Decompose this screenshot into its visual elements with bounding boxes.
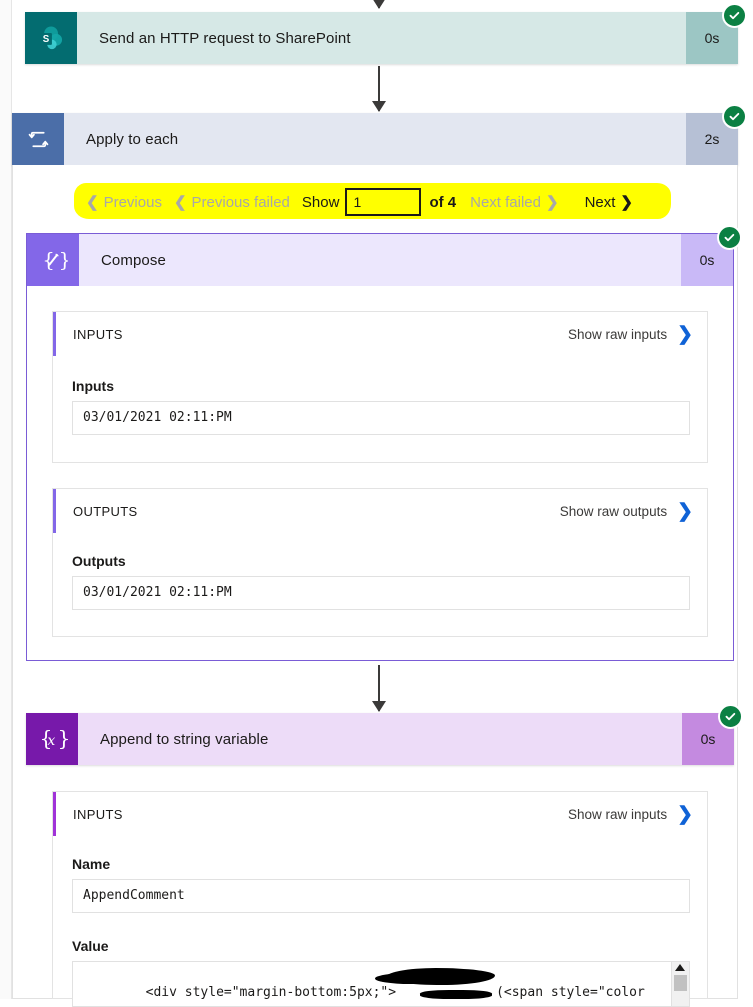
- card-title: Append to string variable: [100, 730, 269, 748]
- pager-next-button[interactable]: Next ❯: [579, 194, 639, 211]
- field-label: Inputs: [72, 378, 114, 394]
- checkmark-icon: [724, 233, 735, 242]
- append-value-text-before: <div style="margin-bottom:5px;">: [145, 985, 397, 1000]
- connector-compose-to-append: [372, 665, 386, 712]
- section-title: INPUTS: [73, 326, 123, 342]
- pager-next-failed-button[interactable]: Next failed ❯: [464, 194, 564, 211]
- compose-outputs-field: Outputs 03/01/2021 02:11:PM: [72, 553, 690, 610]
- show-raw-inputs-label: Show raw inputs: [568, 806, 668, 822]
- compose-outputs-section: OUTPUTS Show raw outputs ❯ Outputs 03/01…: [52, 488, 708, 637]
- card-header[interactable]: Apply to each 2s: [12, 104, 747, 165]
- connector-into-sharepoint: [372, 0, 386, 9]
- chevron-right-icon: ❯: [620, 193, 633, 211]
- pager-show-label: Show: [301, 193, 340, 211]
- status-badge-succeeded: [717, 225, 742, 250]
- chevron-left-icon: ❮: [86, 193, 99, 211]
- action-card-apply-to-each[interactable]: Apply to each 2s: [12, 104, 747, 165]
- section-title: OUTPUTS: [73, 503, 138, 519]
- compose-inputs-field: Inputs 03/01/2021 02:11:PM: [72, 378, 690, 435]
- status-badge-succeeded: [722, 3, 747, 28]
- checkmark-icon: [729, 11, 740, 20]
- status-badge-succeeded: [718, 704, 743, 729]
- left-gutter: [0, 0, 12, 999]
- loop-repeat-icon: [12, 113, 64, 165]
- show-raw-inputs-link[interactable]: Show raw inputs ❯: [568, 325, 693, 344]
- show-raw-outputs-link[interactable]: Show raw outputs ❯: [560, 502, 693, 521]
- arrowhead-icon: [372, 701, 386, 712]
- action-card-append-to-string-variable[interactable]: { x } Append to string variable 0s: [26, 704, 743, 765]
- checkmark-icon: [725, 712, 736, 721]
- redaction-mark-lower: [420, 990, 492, 999]
- sharepoint-icon: S: [25, 12, 77, 64]
- checkmark-icon: [729, 112, 740, 121]
- value-scrollbar[interactable]: [671, 962, 689, 1006]
- section-title: INPUTS: [73, 806, 123, 822]
- card-header[interactable]: { } Compose 0s: [27, 225, 742, 286]
- field-label: Outputs: [72, 553, 126, 569]
- chevron-right-icon: ❯: [677, 323, 693, 345]
- pager-total-label: of 4: [429, 193, 457, 211]
- section-header-inputs: INPUTS Show raw inputs ❯: [53, 792, 707, 836]
- redaction-mark-tail: [375, 973, 445, 984]
- show-raw-outputs-label: Show raw outputs: [559, 503, 668, 519]
- pager-previous-label: Previous: [103, 193, 162, 211]
- compose-inputs-value[interactable]: 03/01/2021 02:11:PM: [72, 401, 690, 435]
- section-header-outputs: OUTPUTS Show raw outputs ❯: [53, 489, 707, 533]
- chevron-right-icon: ❯: [545, 193, 559, 211]
- svg-text:S: S: [42, 33, 49, 44]
- chevron-right-icon: ❯: [677, 803, 693, 825]
- card-header[interactable]: S Send an HTTP request to SharePoint 0s: [25, 3, 747, 64]
- scroll-up-arrow-icon[interactable]: [675, 964, 685, 971]
- status-badge-succeeded: [722, 104, 747, 129]
- section-header-inputs: INPUTS Show raw inputs ❯: [53, 312, 707, 356]
- field-label: Value: [72, 938, 109, 954]
- show-raw-inputs-label: Show raw inputs: [568, 326, 668, 342]
- append-name-value[interactable]: AppendComment: [72, 879, 690, 913]
- chevron-left-icon: ❮: [173, 193, 187, 211]
- svg-text:x: x: [47, 733, 55, 749]
- pager-previous-failed-label: Previous failed: [191, 193, 290, 211]
- iteration-pager[interactable]: ❮ Previous ❮ Previous failed Show of 4 N…: [74, 183, 671, 219]
- svg-text:}: }: [58, 727, 68, 751]
- flow-run-canvas: S Send an HTTP request to SharePoint 0s: [0, 0, 753, 1007]
- connector-sharepoint-to-foreach: [372, 66, 386, 112]
- compose-inputs-section: INPUTS Show raw inputs ❯ Inputs 03/01/20…: [52, 311, 708, 463]
- show-raw-inputs-link[interactable]: Show raw inputs ❯: [568, 805, 693, 824]
- pager-page-input[interactable]: [345, 188, 422, 216]
- arrowhead-icon: [372, 101, 386, 112]
- card-title: Send an HTTP request to SharePoint: [99, 29, 351, 47]
- pager-next-failed-label: Next failed: [470, 193, 541, 211]
- card-title: Apply to each: [86, 130, 179, 148]
- pager-next-label: Next: [584, 193, 616, 211]
- append-inputs-section: INPUTS Show raw inputs ❯ Name AppendComm…: [52, 791, 708, 1007]
- arrowhead-icon: [372, 0, 386, 9]
- card-title: Compose: [101, 251, 166, 269]
- card-header[interactable]: { x } Append to string variable 0s: [26, 704, 743, 765]
- compose-outputs-value[interactable]: 03/01/2021 02:11:PM: [72, 576, 690, 610]
- scrollbar-thumb[interactable]: [674, 975, 687, 991]
- append-value-value[interactable]: <div style="margin-bottom:5px;"> (<span …: [72, 961, 690, 1007]
- svg-text:}: }: [59, 249, 68, 272]
- append-value-field: Value <div style="margin-bottom:5px;"> (…: [72, 938, 690, 1007]
- pager-previous-failed-button[interactable]: ❮ Previous failed: [168, 194, 296, 211]
- action-card-send-http-sharepoint[interactable]: S Send an HTTP request to SharePoint 0s: [25, 3, 747, 64]
- pager-previous-button[interactable]: ❮ Previous: [80, 194, 168, 211]
- chevron-right-icon: ❯: [677, 500, 693, 522]
- variable-braces-x-icon: { x }: [26, 713, 78, 765]
- field-label: Name: [72, 856, 111, 872]
- append-name-field: Name AppendComment: [72, 856, 690, 913]
- compose-braces-pencil-icon: { }: [27, 234, 79, 286]
- append-value-text-after: (<span style="color: [496, 985, 645, 1000]
